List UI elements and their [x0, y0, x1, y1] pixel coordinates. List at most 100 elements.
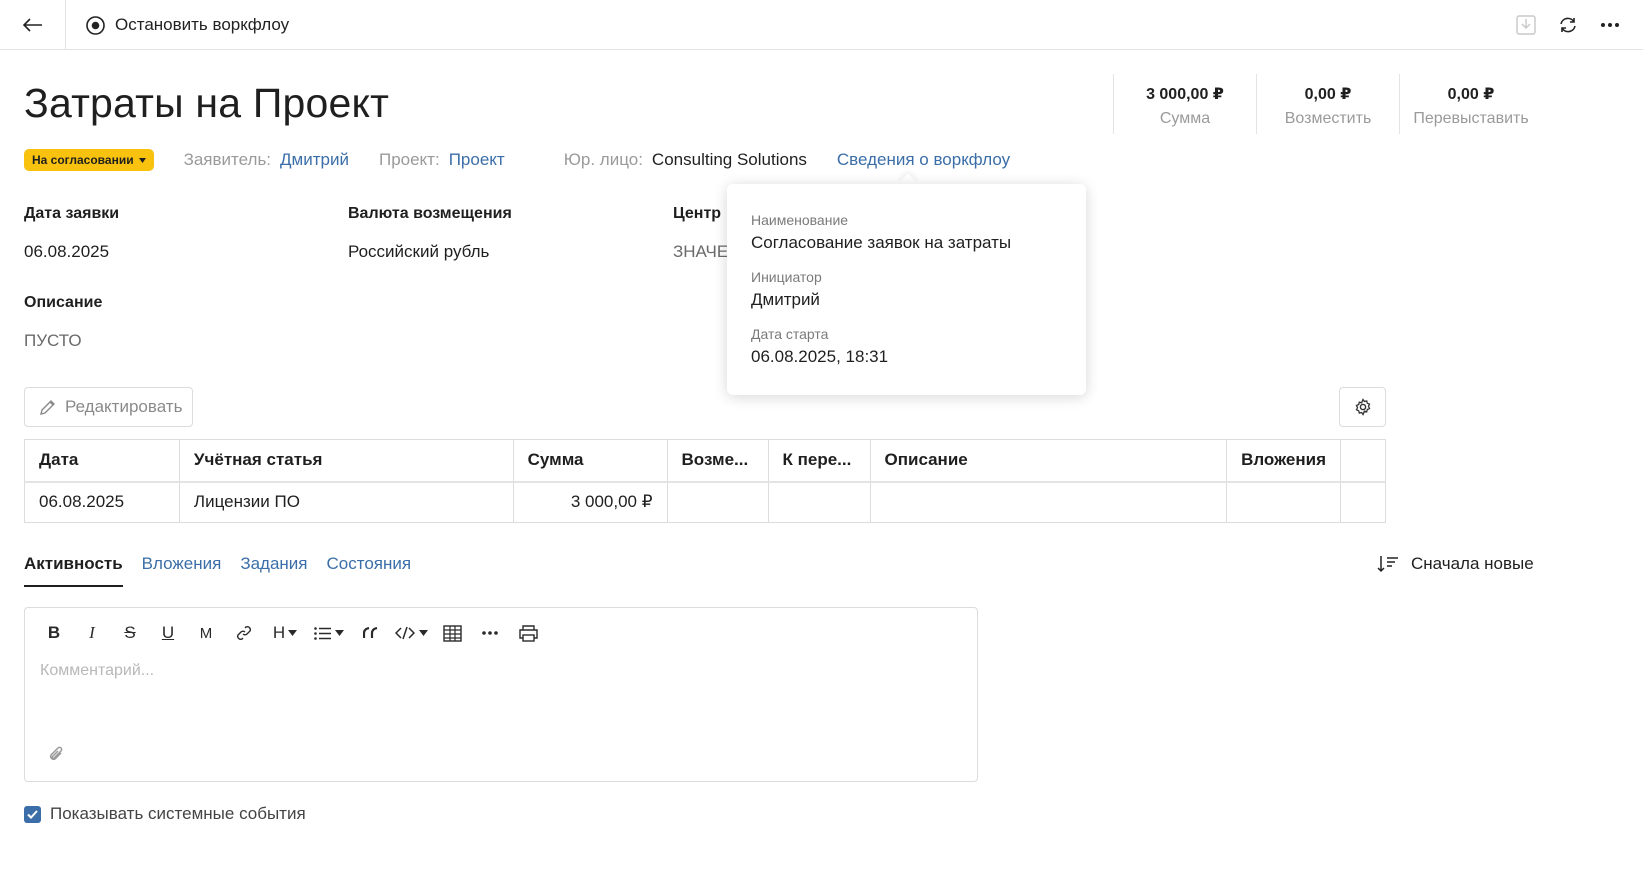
caret-down-icon — [138, 157, 146, 163]
refresh-button[interactable] — [1547, 0, 1589, 50]
caret-down-icon — [335, 630, 344, 636]
printer-icon — [518, 624, 538, 642]
column-header-actions — [1340, 439, 1386, 483]
status-badge[interactable]: На согласовании — [24, 149, 154, 171]
table-settings-button[interactable] — [1339, 387, 1386, 427]
entity-label: Юр. лицо: — [563, 150, 643, 169]
italic-button[interactable]: I — [73, 620, 111, 646]
arrow-left-icon — [22, 18, 42, 32]
heading-icon: H — [272, 623, 286, 642]
more-horizontal-icon — [482, 631, 498, 635]
code-button[interactable] — [389, 620, 433, 646]
entity-value: Consulting Solutions — [651, 150, 807, 169]
back-button[interactable] — [0, 0, 66, 50]
workflow-info-link[interactable]: Сведения о воркфлоу — [837, 150, 1010, 170]
stop-workflow-button[interactable]: Остановить воркфлоу — [86, 0, 289, 50]
column-header-amount[interactable]: Сумма — [513, 439, 668, 483]
column-header-attachments[interactable]: Вложения — [1226, 439, 1341, 483]
underline-icon: U — [161, 623, 175, 642]
table-row[interactable]: 06.08.2025 Лицензии ПО 3 000,00 ₽ — [24, 481, 1386, 523]
project-link[interactable]: Проект — [449, 150, 505, 170]
bold-icon: B — [47, 623, 61, 642]
refresh-icon — [1560, 17, 1576, 33]
list-button[interactable] — [307, 620, 351, 646]
caret-down-icon — [288, 630, 298, 636]
cell-amount: 3 000,00 ₽ — [513, 481, 668, 523]
currency-label: Валюта возмещения — [348, 205, 512, 222]
description-label: Описание — [24, 294, 103, 311]
show-system-events-checkbox[interactable]: Показывать системные события — [24, 804, 306, 824]
center-label: Центр — [673, 205, 722, 222]
strikethrough-button[interactable]: S — [111, 620, 149, 646]
edit-button[interactable]: Редактировать — [24, 387, 193, 427]
mention-button[interactable]: M — [187, 620, 225, 646]
total-label: Перевыставить — [1413, 110, 1529, 127]
download-button[interactable] — [1505, 0, 1547, 50]
more-horizontal-icon — [1601, 23, 1619, 27]
column-header-reimburse[interactable]: Возме... — [667, 439, 769, 483]
stop-circle-icon — [86, 15, 105, 35]
cell-attachments — [1226, 481, 1341, 523]
status-line: На согласовании Заявитель: Дмитрий Проек… — [24, 148, 1010, 172]
checkbox-checked[interactable] — [24, 805, 41, 823]
caret-down-icon — [418, 630, 428, 636]
code-icon — [394, 626, 415, 640]
heading-button[interactable]: H — [263, 620, 307, 646]
column-header-rebill[interactable]: К пере... — [768, 439, 871, 483]
total-sum: 3 000,00 ₽ Сумма — [1113, 74, 1256, 134]
workflow-info-popover: Наименование Согласование заявок на затр… — [727, 184, 1086, 395]
more-button[interactable] — [1589, 0, 1631, 50]
center-value: ЗНАЧЕ — [673, 242, 729, 261]
project-label: Проект: — [378, 150, 440, 169]
quote-button[interactable] — [351, 620, 389, 646]
download-icon — [1516, 15, 1536, 35]
bold-button[interactable]: B — [35, 620, 73, 646]
status-badge-label: На согласовании — [32, 153, 134, 167]
edit-button-label: Редактировать — [65, 397, 183, 416]
quote-icon — [362, 627, 377, 638]
initiator-label: Инициатор — [751, 269, 822, 285]
cell-actions — [1340, 481, 1386, 523]
total-value: 0,00 ₽ — [1447, 86, 1495, 103]
column-header-description[interactable]: Описание — [870, 439, 1228, 483]
workflow-name-value: Согласование заявок на затраты — [751, 233, 1012, 252]
table-icon — [442, 624, 462, 642]
gear-icon — [1355, 398, 1370, 416]
bullet-list-icon — [314, 626, 331, 640]
total-reimburse: 0,00 ₽ Возместить — [1256, 74, 1399, 134]
underline-button[interactable]: U — [149, 620, 187, 646]
applicant-link[interactable]: Дмитрий — [280, 150, 349, 170]
monospace-icon: M — [199, 624, 213, 642]
tab-tasks[interactable]: Задания — [240, 554, 307, 587]
link-button[interactable] — [225, 620, 263, 646]
date-value: 06.08.2025 — [24, 242, 110, 261]
applicant-label: Заявитель: — [183, 150, 272, 169]
sort-button[interactable]: Сначала новые — [1377, 554, 1534, 574]
print-button[interactable] — [509, 620, 547, 646]
tab-states[interactable]: Состояния — [327, 554, 412, 587]
more-tools-button[interactable] — [471, 620, 509, 646]
paperclip-icon — [49, 746, 63, 761]
sort-label: Сначала новые — [1411, 554, 1534, 573]
stop-workflow-label: Остановить воркфлоу — [115, 15, 290, 34]
attach-file-button[interactable] — [45, 744, 67, 771]
total-label: Возместить — [1284, 110, 1372, 127]
start-date-value: 06.08.2025, 18:31 — [751, 347, 889, 366]
total-label: Сумма — [1159, 110, 1211, 127]
tab-attachments[interactable]: Вложения — [142, 554, 222, 587]
toolbar-right — [1505, 0, 1643, 50]
page-title: Затраты на Проект — [24, 80, 390, 126]
column-header-account[interactable]: Учётная статья — [179, 439, 514, 483]
comment-input[interactable] — [40, 656, 940, 686]
italic-icon: I — [89, 623, 95, 642]
tab-activity[interactable]: Активность — [24, 554, 123, 587]
column-header-date[interactable]: Дата — [24, 439, 180, 483]
sort-descending-icon — [1377, 556, 1398, 573]
currency-value: Российский рубль — [348, 242, 490, 261]
table-header-row: Дата Учётная статья Сумма Возме... К пер… — [24, 439, 1386, 483]
editor-toolbar: B I S U M H — [35, 620, 547, 646]
table-insert-button[interactable] — [433, 620, 471, 646]
show-system-events-label: Показывать системные события — [50, 804, 306, 823]
cell-reimburse — [667, 481, 769, 523]
cell-description — [870, 481, 1228, 523]
